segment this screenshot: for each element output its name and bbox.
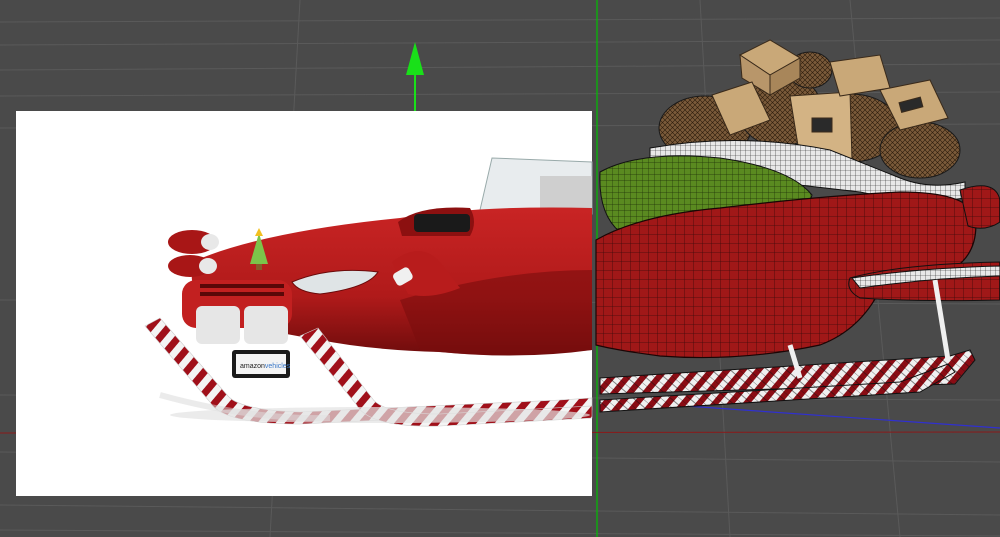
- viewport-canvas[interactable]: amazonvehicles: [0, 0, 1000, 537]
- plate-text-right: vehicles: [265, 363, 291, 370]
- svg-text:amazonvehicles: amazonvehicles: [240, 363, 291, 370]
- front-grille: [182, 280, 292, 344]
- plate-text-left: amazon: [240, 363, 265, 370]
- move-gizmo-arrow-icon[interactable]: [406, 42, 424, 112]
- license-plate: amazonvehicles: [232, 350, 291, 378]
- wireframe-sleigh-model[interactable]: [595, 39, 1000, 413]
- 3d-viewport[interactable]: amazonvehicles: [0, 0, 1000, 537]
- render-preview-panel: amazonvehicles: [16, 111, 593, 496]
